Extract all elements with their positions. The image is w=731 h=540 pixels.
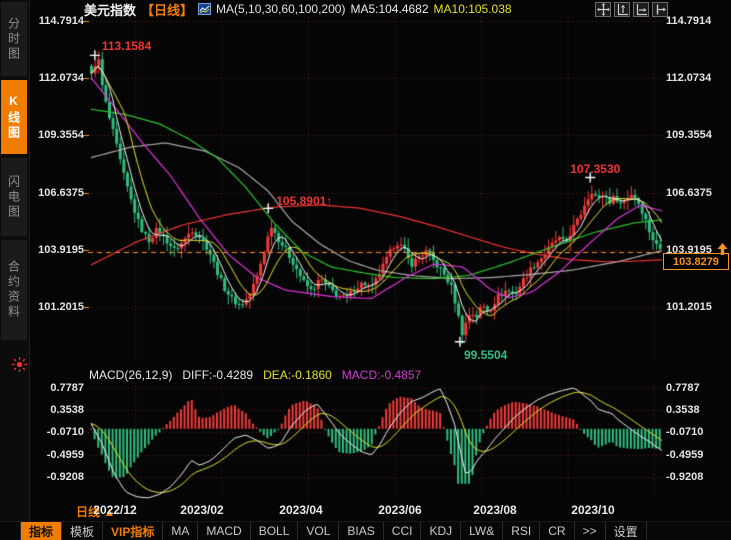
alert-indicator-icon: [11, 356, 28, 378]
price-annotation-2: 99.5504: [464, 348, 507, 362]
sidebar-tab-flash[interactable]: 闪电图: [1, 158, 27, 236]
sidebar-tab-contract-info[interactable]: 合约资料: [1, 240, 27, 340]
macd-tick-right-0: 0.7787: [666, 382, 728, 395]
date-tick-1: 2023/02: [180, 503, 223, 517]
toolbar-button-indicator[interactable]: 指标: [20, 522, 62, 540]
price-annotation-3: 107.3530: [570, 162, 620, 176]
price-tick-left-2: 109.3554: [30, 129, 84, 142]
last-price-value: 103.8279: [673, 256, 719, 268]
price-tick-right-4: 103.9195: [666, 244, 728, 257]
toolbar-button-template[interactable]: 模板: [62, 522, 103, 540]
date-tick-2: 2023/04: [279, 503, 322, 517]
toolbar-button-bias[interactable]: BIAS: [339, 522, 383, 540]
sidebar-tab-timeshare[interactable]: 分时图: [1, 2, 27, 76]
toolbar-button-macd[interactable]: MACD: [198, 522, 250, 540]
price-tick-right-0: 114.7914: [666, 15, 728, 28]
price-tick-left-3: 106.6375: [30, 187, 84, 200]
date-tick-4: 2023/08: [473, 503, 516, 517]
price-tick-right-2: 109.3554: [666, 129, 728, 142]
toolbar-button-vip-indicator[interactable]: VIP指标: [103, 522, 163, 540]
toolbar-button-kdj[interactable]: KDJ: [421, 522, 461, 540]
toolbar-button-lwr[interactable]: LW&: [461, 522, 503, 540]
line-chart-icon: [198, 3, 211, 15]
macd-tick-left-2: -0.0710: [30, 426, 84, 439]
sidebar-tab-kline[interactable]: K线图: [1, 80, 27, 154]
left-sidebar: 分时图 K线图闪电图合约资料: [0, 0, 30, 540]
pan-tool-icon[interactable]: [595, 2, 611, 17]
macd-tick-right-3: -0.4959: [666, 449, 728, 462]
period-tag: 【日线】: [141, 0, 193, 19]
ma5-value-label: MA5:104.4682: [350, 2, 428, 16]
toolbar-button-settings[interactable]: 设置: [606, 522, 647, 540]
price-tick-right-1: 112.0734: [666, 72, 728, 85]
macd-tick-right-4: -0.9208: [666, 471, 728, 484]
toolbar-button-rsi[interactable]: RSI: [503, 522, 540, 540]
macd-diff-label: DIFF:-0.4289: [182, 368, 253, 382]
macd-tick-left-0: 0.7787: [30, 382, 84, 395]
chart-tool-icons: [595, 2, 668, 17]
macd-tick-right-1: 0.3538: [666, 404, 728, 417]
macd-tick-left-4: -0.9208: [30, 471, 84, 484]
indicator-toolbar: 指标模板VIP指标MAMACDBOLLVOLBIASCCIKDJLW&RSICR…: [0, 521, 731, 540]
price-tick-left-1: 112.0734: [30, 72, 84, 85]
macd-value-label: MACD:-0.4857: [342, 368, 421, 382]
toolbar-button-cci[interactable]: CCI: [384, 522, 422, 540]
date-tick-0: 2022/12: [93, 503, 136, 517]
toolbar-button-vol[interactable]: VOL: [298, 522, 339, 540]
macd-dea-label: DEA:-0.1860: [263, 368, 332, 382]
toolbar-button-boll[interactable]: BOLL: [251, 522, 299, 540]
macd-tick-left-3: -0.4959: [30, 449, 84, 462]
toolbar-button-more[interactable]: >>: [575, 522, 606, 540]
macd-tick-right-2: -0.0710: [666, 426, 728, 439]
toolbar-button-cr[interactable]: CR: [540, 522, 574, 540]
date-tick-5: 2023/10: [571, 503, 614, 517]
chart-header: 美元指数 【日线】 MA(5,10,30,60,100,200) MA5:104…: [84, 1, 512, 17]
toolbar-button-ma[interactable]: MA: [163, 522, 198, 540]
ma-params-label: MA(5,10,30,60,100,200): [216, 2, 345, 16]
macd-params-label: MACD(26,12,9): [89, 368, 172, 382]
trading-app-window: 分时图 K线图闪电图合约资料 美元指数 【日线】 MA(5,10,30,60,10…: [0, 0, 731, 540]
price-tick-left-4: 103.9195: [30, 244, 84, 257]
ma10-value-label: MA10:105.038: [434, 2, 512, 16]
instrument-title: 美元指数: [84, 0, 136, 19]
macd-header: MACD(26,12,9) DIFF:-0.4289 DEA:-0.1860 M…: [89, 368, 421, 382]
price-annotation-1: 105.8901↑: [276, 194, 332, 208]
date-tick-3: 2023/06: [378, 503, 421, 517]
scale-x-tool-icon[interactable]: [633, 2, 649, 17]
price-tick-left-0: 114.7914: [30, 15, 84, 28]
price-tick-left-5: 101.2015: [30, 301, 84, 314]
price-annotation-0: 113.1584: [102, 39, 151, 53]
price-tick-right-5: 101.2015: [666, 301, 728, 314]
chart-canvas[interactable]: [0, 0, 731, 540]
price-tick-right-3: 106.6375: [666, 187, 728, 200]
scale-y-tool-icon[interactable]: [614, 2, 630, 17]
macd-tick-left-1: 0.3538: [30, 404, 84, 417]
